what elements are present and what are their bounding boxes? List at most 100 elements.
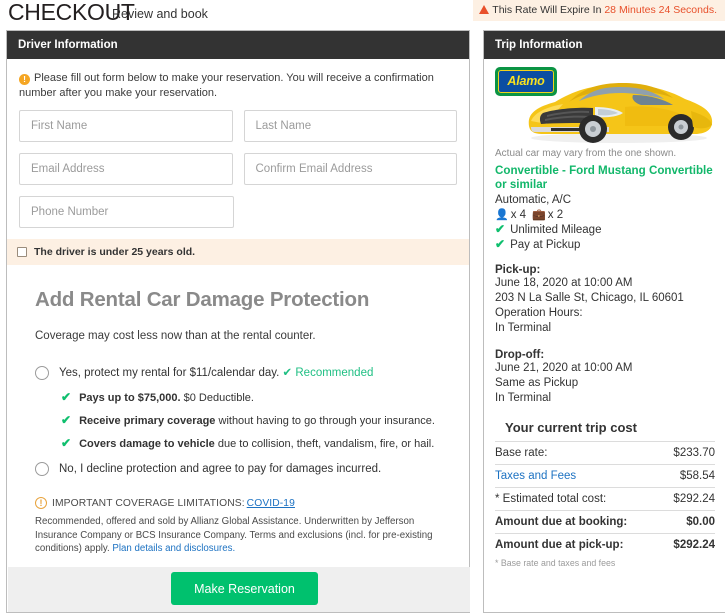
- passenger-count: x 4: [510, 208, 527, 221]
- rate-expiry-text: This Rate Will Expire In: [492, 4, 602, 16]
- benefit-bold: Covers damage to vehicle: [79, 438, 215, 450]
- dropoff-datetime: June 21, 2020 at 10:00 AM: [495, 362, 633, 374]
- damage-protection-section: Add Rental Car Damage Protection Coverag…: [7, 288, 469, 476]
- feature-row: ✔ Pay at Pickup: [495, 238, 715, 251]
- driver-information-heading: Driver Information: [7, 31, 469, 59]
- coverage-limitations-heading: ! IMPORTANT COVERAGE LIMITATIONS: COVID-…: [35, 497, 457, 509]
- under-25-row[interactable]: The driver is under 25 years old.: [7, 239, 469, 265]
- cost-label: Amount due at booking:: [495, 516, 628, 528]
- covid-19-link[interactable]: COVID-19: [247, 498, 295, 509]
- table-row: Amount due at booking: $0.00: [495, 510, 715, 534]
- decline-protection-label: No, I decline protection and agree to pa…: [59, 463, 382, 475]
- protection-benefits-list: ✔ Pays up to $75,000. $0 Deductible. ✔ R…: [61, 391, 457, 451]
- last-name-input[interactable]: [243, 110, 457, 142]
- rate-expiry-countdown: 28 Minutes 24 Seconds.: [604, 4, 717, 16]
- table-row: Amount due at pick-up: $292.24: [495, 533, 715, 557]
- bag-count: x 2: [547, 208, 564, 221]
- form-notice-text: Please fill out form below to make your …: [19, 72, 434, 99]
- decline-protection-option[interactable]: No, I decline protection and agree to pa…: [35, 462, 457, 476]
- car-title: Convertible - Ford Mustang Convertible o…: [495, 164, 713, 191]
- pickup-datetime: June 18, 2020 at 10:00 AM: [495, 277, 633, 289]
- alamo-logo: Alamo: [495, 67, 557, 96]
- under-25-label: The driver is under 25 years old.: [34, 246, 196, 258]
- driver-information-panel: Driver Information ! Please fill out form…: [6, 30, 470, 613]
- warning-triangle-icon: [479, 5, 490, 14]
- dropoff-address: Same as Pickup: [495, 377, 579, 389]
- table-row: * Estimated total cost: $292.24: [495, 487, 715, 511]
- phone-input[interactable]: [19, 196, 234, 228]
- dropoff-title: Drop-off:: [495, 349, 545, 361]
- cost-value: $292.24: [673, 539, 715, 551]
- cost-value: $292.24: [673, 493, 715, 505]
- name-row: [19, 110, 457, 142]
- check-icon: ✔: [495, 222, 506, 236]
- check-icon: ✔: [61, 436, 72, 450]
- coverage-limitations-title: IMPORTANT COVERAGE LIMITATIONS:: [52, 497, 245, 509]
- car-disclaimer: Actual car may vary from the one shown.: [495, 148, 677, 159]
- check-icon: ✔: [61, 390, 72, 404]
- accept-protection-radio[interactable]: [35, 366, 49, 380]
- feature-row: ✔ Unlimited Mileage: [495, 223, 715, 236]
- plan-details-link[interactable]: Plan details and disclosures.: [112, 543, 235, 554]
- pickup-terminal: In Terminal: [495, 322, 552, 334]
- list-item: ✔ Covers damage to vehicle due to collis…: [61, 437, 457, 451]
- under-25-checkbox[interactable]: [17, 247, 27, 257]
- recommended-badge: ✔ Recommended: [282, 367, 374, 379]
- cost-label: Base rate:: [495, 447, 548, 459]
- taxes-and-fees-link[interactable]: Taxes and Fees: [495, 470, 576, 482]
- trip-cost-table: Base rate: $233.70 Taxes and Fees $58.54…: [495, 441, 715, 556]
- email-input[interactable]: [19, 153, 233, 185]
- make-reservation-button[interactable]: Make Reservation: [171, 572, 318, 605]
- page-subtitle: Review and book: [112, 7, 208, 21]
- table-row: Base rate: $233.70: [495, 441, 715, 465]
- cost-label: * Estimated total cost:: [495, 493, 607, 505]
- trip-information-heading: Trip Information: [484, 31, 725, 59]
- exclamation-circle-icon: !: [35, 497, 47, 509]
- rate-expiry-banner: This Rate Will Expire In 28 Minutes 24 S…: [473, 0, 725, 21]
- benefit-bold: Pays up to $75,000.: [79, 392, 181, 404]
- benefit-rest: $0 Deductible.: [180, 392, 254, 404]
- car-spec: Automatic, A/C: [495, 194, 572, 206]
- pickup-title: Pick-up:: [495, 264, 541, 276]
- phone-row: [19, 196, 457, 228]
- recommended-label: Recommended: [295, 367, 374, 379]
- decline-protection-radio[interactable]: [35, 462, 49, 476]
- coverage-limitations-section: ! IMPORTANT COVERAGE LIMITATIONS: COVID-…: [7, 497, 469, 556]
- cost-value: $58.54: [679, 470, 715, 482]
- dropoff-terminal: In Terminal: [495, 392, 552, 404]
- trip-information-panel: Trip Information Alamo Actual car may va…: [483, 30, 725, 613]
- page-header: CHECKOUT Review and book This Rate Will …: [0, 0, 725, 28]
- list-item: ✔ Receive primary coverage without havin…: [61, 414, 457, 428]
- feature-label: Unlimited Mileage: [510, 223, 602, 236]
- cost-value: $0.00: [686, 516, 715, 528]
- cost-label: Amount due at pick-up:: [495, 539, 624, 551]
- accept-protection-label: Yes, protect my rental for $11/calendar …: [59, 367, 280, 379]
- info-circle-icon: !: [19, 74, 30, 85]
- damage-protection-subheading: Coverage may cost less now than at the r…: [35, 330, 316, 342]
- benefit-rest: due to collision, theft, vandalism, fire…: [214, 438, 435, 450]
- person-icon: 👤: [495, 209, 509, 221]
- alamo-logo-text: Alamo: [498, 70, 554, 93]
- phone-row-spacer: [245, 196, 457, 228]
- checkout-page: CHECKOUT Review and book This Rate Will …: [0, 0, 725, 613]
- first-name-input[interactable]: [19, 110, 233, 142]
- damage-protection-heading: Add Rental Car Damage Protection: [35, 288, 370, 311]
- trip-cost-footnote: * Base rate and taxes and fees: [495, 558, 616, 568]
- feature-label: Pay at Pickup: [510, 238, 581, 251]
- driver-form: [7, 107, 469, 228]
- confirm-email-input[interactable]: [243, 153, 457, 185]
- check-icon: ✔: [495, 237, 506, 251]
- benefit-rest: without having to go through your insura…: [215, 415, 435, 427]
- cost-value: $233.70: [673, 447, 715, 459]
- pickup-address: 203 N La Salle St, Chicago, IL 60601: [495, 292, 684, 304]
- benefit-bold: Receive primary coverage: [79, 415, 216, 427]
- check-icon: ✔: [61, 413, 72, 427]
- accept-protection-option[interactable]: Yes, protect my rental for $11/calendar …: [35, 366, 457, 380]
- list-item: ✔ Pays up to $75,000. $0 Deductible.: [61, 391, 457, 405]
- pickup-hours-label: Operation Hours:: [495, 307, 583, 319]
- capacity-row: 👤 x 4 💼 x 2: [495, 208, 715, 222]
- suitcase-icon: 💼: [532, 209, 546, 221]
- email-row: [19, 153, 457, 185]
- trip-cost-title: Your current trip cost: [505, 420, 637, 435]
- form-notice: ! Please fill out form below to make your…: [7, 59, 469, 107]
